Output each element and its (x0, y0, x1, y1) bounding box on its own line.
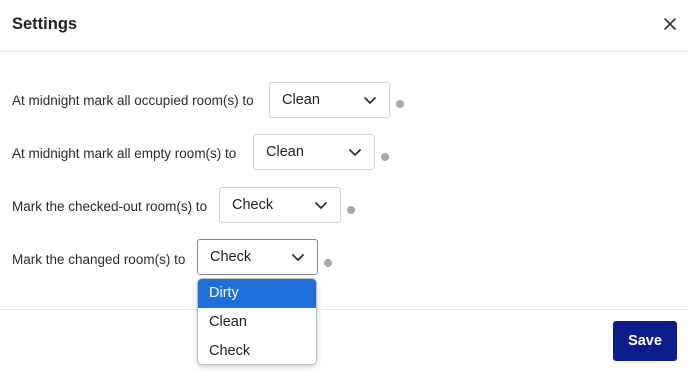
close-icon[interactable] (658, 12, 682, 36)
dropdown-option-dirty[interactable]: Dirty (198, 279, 316, 308)
dropdown-option-clean[interactable]: Clean (198, 308, 316, 337)
dropdown-option-check[interactable]: Check (198, 337, 316, 364)
dialog-header: Settings (0, 0, 688, 52)
chevron-down-icon (315, 202, 327, 209)
changed-rooms-dropdown-menu: Dirty Clean Check (197, 278, 317, 365)
checked-out-rooms-label: Mark the checked-out room(s) to (12, 199, 208, 214)
occupied-rooms-label: At midnight mark all occupied room(s) to (12, 93, 254, 108)
footer-divider (0, 309, 688, 310)
checked-out-rooms-select[interactable]: Check (219, 187, 341, 223)
select-value: Check (210, 249, 252, 265)
info-icon[interactable] (381, 153, 389, 161)
occupied-rooms-select[interactable]: Clean (269, 82, 390, 118)
save-button[interactable]: Save (613, 321, 677, 361)
info-icon[interactable] (396, 100, 404, 108)
select-value: Clean (282, 92, 320, 108)
empty-rooms-select[interactable]: Clean (253, 134, 375, 170)
select-value: Clean (266, 144, 304, 160)
chevron-down-icon (364, 97, 376, 104)
empty-rooms-label: At midnight mark all empty room(s) to (12, 146, 237, 161)
chevron-down-icon (292, 254, 304, 261)
info-icon[interactable] (347, 206, 355, 214)
changed-rooms-label: Mark the changed room(s) to (12, 252, 186, 267)
chevron-down-icon (349, 149, 361, 156)
select-value: Check (232, 197, 274, 213)
info-icon[interactable] (324, 259, 332, 267)
changed-rooms-select[interactable]: Check (197, 239, 318, 275)
dialog-title: Settings (12, 15, 78, 33)
